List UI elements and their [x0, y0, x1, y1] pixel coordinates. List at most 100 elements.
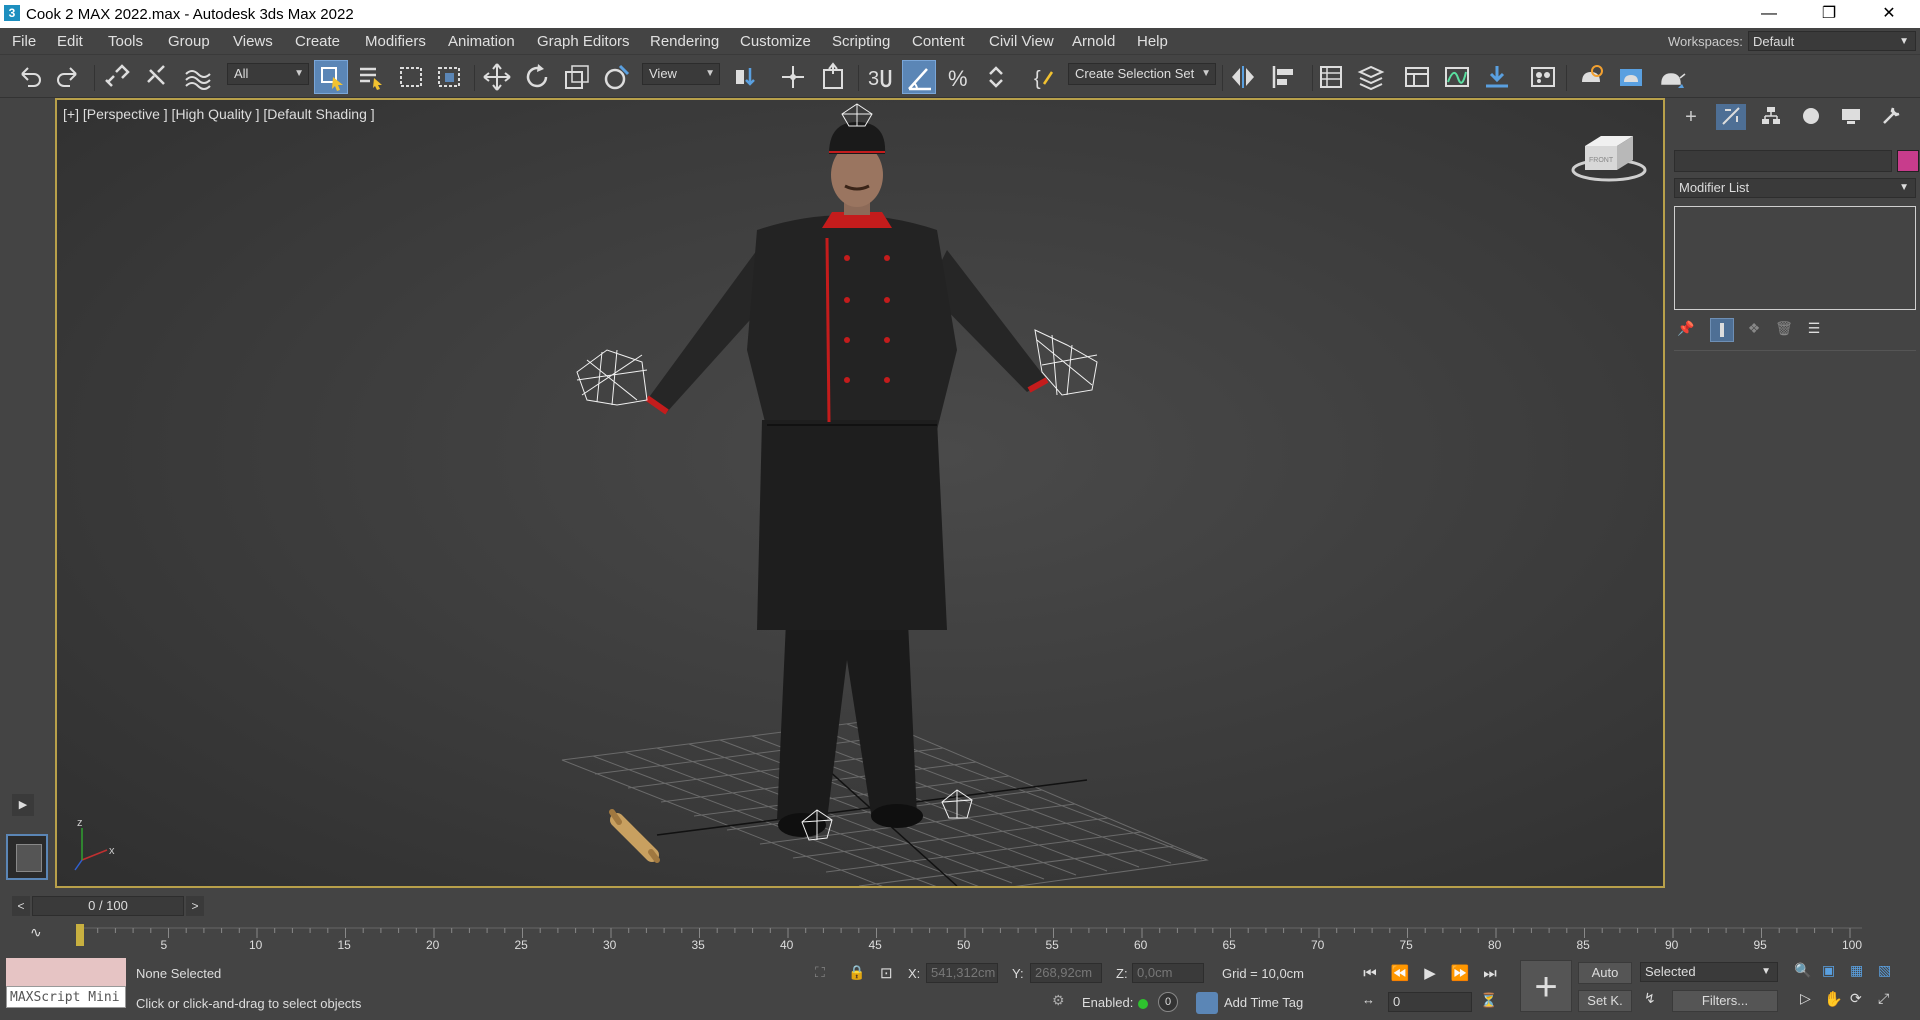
z-coord-input[interactable]: 0,0cm	[1132, 963, 1204, 983]
current-frame-input[interactable]: 0	[1388, 992, 1472, 1012]
key-filter-dropdown[interactable]: Selected ▼	[1640, 962, 1778, 982]
add-time-tag-icon[interactable]	[1196, 992, 1218, 1014]
zoom-all-icon[interactable]: ▣	[1822, 962, 1842, 982]
layer-explorer-button[interactable]	[1354, 60, 1388, 94]
play-button[interactable]: ▶	[1418, 962, 1442, 986]
remove-modifier-icon[interactable]: 🗑	[1774, 320, 1794, 340]
default-in-out-tangent-icon[interactable]: ↯	[1644, 990, 1666, 1012]
selection-filter-dropdown[interactable]: All ▼	[227, 63, 309, 85]
field-of-view-icon[interactable]: ▷	[1800, 990, 1820, 1010]
scene-explorer-button[interactable]	[1314, 60, 1348, 94]
mirror-button[interactable]	[1226, 60, 1260, 94]
time-slider-prev-button[interactable]: <	[12, 896, 30, 916]
close-button[interactable]: ✕	[1866, 0, 1912, 28]
auto-key-button[interactable]: Auto	[1578, 962, 1632, 984]
link-button[interactable]	[100, 60, 134, 94]
show-end-result-button[interactable]	[1710, 318, 1734, 342]
perspective-viewport[interactable]: [+] [Perspective ] [High Quality ] [Defa…	[55, 98, 1665, 888]
schematic-view-button[interactable]	[1480, 60, 1514, 94]
key-filters-button[interactable]: Filters...	[1672, 990, 1778, 1012]
display-tab[interactable]	[1836, 104, 1866, 130]
menu-graph-editors[interactable]: Graph Editors	[537, 33, 630, 50]
menu-customize[interactable]: Customize	[740, 33, 811, 50]
time-configuration-icon[interactable]: ⏳	[1480, 992, 1500, 1012]
expand-arrow-icon[interactable]: ▶	[12, 794, 34, 816]
adaptive-degradation-icon[interactable]: ⚙	[1052, 992, 1072, 1012]
align-button[interactable]	[1266, 60, 1300, 94]
maxscript-mini-listener[interactable]: MAXScript Mini	[6, 986, 126, 1008]
rectangular-selection-button[interactable]	[394, 60, 428, 94]
hierarchy-tab[interactable]	[1756, 104, 1786, 130]
menu-help[interactable]: Help	[1137, 33, 1168, 50]
maxscript-listener-pink[interactable]	[6, 958, 126, 986]
menu-animation[interactable]: Animation	[448, 33, 515, 50]
keyboard-shortcut-override-button[interactable]	[816, 60, 850, 94]
time-tag-counter[interactable]: 0	[1158, 992, 1178, 1012]
spinner-snap-toggle-button[interactable]	[982, 60, 1016, 94]
select-and-move-button[interactable]	[480, 60, 514, 94]
pan-hand-icon[interactable]: ✋	[1824, 990, 1844, 1010]
configure-modifier-sets-icon[interactable]: ☰	[1804, 320, 1824, 340]
menu-scripting[interactable]: Scripting	[832, 33, 890, 50]
window-crossing-button[interactable]	[432, 60, 466, 94]
menu-content[interactable]: Content	[912, 33, 965, 50]
create-tab[interactable]: +	[1676, 104, 1706, 130]
edit-named-selection-button[interactable]: {	[1028, 60, 1062, 94]
isolate-selection-icon[interactable]: ⛶	[815, 964, 835, 984]
key-mode-toggle-icon[interactable]: ↔	[1362, 992, 1382, 1012]
undo-button[interactable]	[12, 60, 46, 94]
set-key-button[interactable]: +	[1520, 960, 1572, 1012]
modifier-stack[interactable]	[1674, 206, 1916, 310]
track-bar[interactable]: ∿ 5 10 15 20 25 30 35 40 45 50 55 60 65 70 75 80 85 90 95 1…	[0, 920, 1920, 956]
absolute-mode-transform-icon[interactable]: ⊡	[880, 964, 900, 984]
make-unique-icon[interactable]: ❖	[1744, 320, 1764, 340]
time-slider-next-button[interactable]: >	[186, 896, 204, 916]
menu-rendering[interactable]: Rendering	[650, 33, 719, 50]
menu-views[interactable]: Views	[233, 33, 273, 50]
previous-frame-button[interactable]: ⏪	[1388, 962, 1412, 986]
viewport-layout-tab[interactable]	[6, 834, 48, 880]
restore-button[interactable]: ❐	[1806, 0, 1852, 28]
percent-snap-toggle-button[interactable]: %	[942, 60, 976, 94]
material-editor-button[interactable]	[1526, 60, 1560, 94]
named-selection-set-dropdown[interactable]: Create Selection Set ▼	[1068, 63, 1216, 85]
zoom-icon[interactable]: 🔍	[1794, 962, 1814, 982]
toggle-ribbon-button[interactable]	[1400, 60, 1434, 94]
set-key-mode-button[interactable]: Set K.	[1578, 990, 1632, 1012]
workspaces-dropdown[interactable]: Default ▼	[1748, 31, 1916, 51]
render-setup-button[interactable]	[1574, 60, 1608, 94]
zoom-extents-all-icon[interactable]: ▧	[1878, 962, 1898, 982]
menu-modifiers[interactable]: Modifiers	[365, 33, 426, 50]
object-name-field[interactable]	[1674, 150, 1892, 172]
pin-stack-icon[interactable]: 📌	[1676, 320, 1696, 340]
selection-lock-icon[interactable]: 🔒	[848, 964, 868, 984]
select-manipulate-button[interactable]	[776, 60, 810, 94]
select-and-place-button[interactable]	[600, 60, 634, 94]
select-object-button[interactable]	[314, 60, 348, 94]
render-production-button[interactable]	[1654, 60, 1688, 94]
bind-space-warp-button[interactable]	[180, 60, 214, 94]
reference-coordinate-dropdown[interactable]: View ▼	[642, 63, 720, 85]
angle-snap-toggle-button[interactable]	[902, 60, 936, 94]
utilities-tab[interactable]	[1876, 104, 1906, 130]
select-and-rotate-button[interactable]	[520, 60, 554, 94]
curve-editor-button[interactable]	[1440, 60, 1474, 94]
redo-button[interactable]	[52, 60, 86, 94]
menu-create[interactable]: Create	[295, 33, 340, 50]
y-coord-input[interactable]: 268,92cm	[1030, 963, 1102, 983]
menu-civil-view[interactable]: Civil View	[989, 33, 1054, 50]
next-frame-button[interactable]: ⏩	[1448, 962, 1472, 986]
object-color-swatch[interactable]	[1897, 150, 1919, 172]
go-to-start-button[interactable]: ⏮	[1358, 962, 1382, 986]
zoom-extents-icon[interactable]: ▦	[1850, 962, 1870, 982]
go-to-end-button[interactable]: ⏭	[1478, 962, 1502, 986]
modifier-list-dropdown[interactable]: Modifier List ▼	[1674, 178, 1916, 198]
time-slider[interactable]: 0 / 100	[32, 896, 184, 916]
rendered-frame-window-button[interactable]	[1614, 60, 1648, 94]
orbit-icon[interactable]: ⟳	[1850, 990, 1870, 1010]
menu-file[interactable]: File	[12, 33, 36, 50]
menu-edit[interactable]: Edit	[57, 33, 83, 50]
menu-tools[interactable]: Tools	[108, 33, 143, 50]
select-and-scale-button[interactable]	[560, 60, 594, 94]
snaps-toggle-button[interactable]: 3	[862, 60, 896, 94]
